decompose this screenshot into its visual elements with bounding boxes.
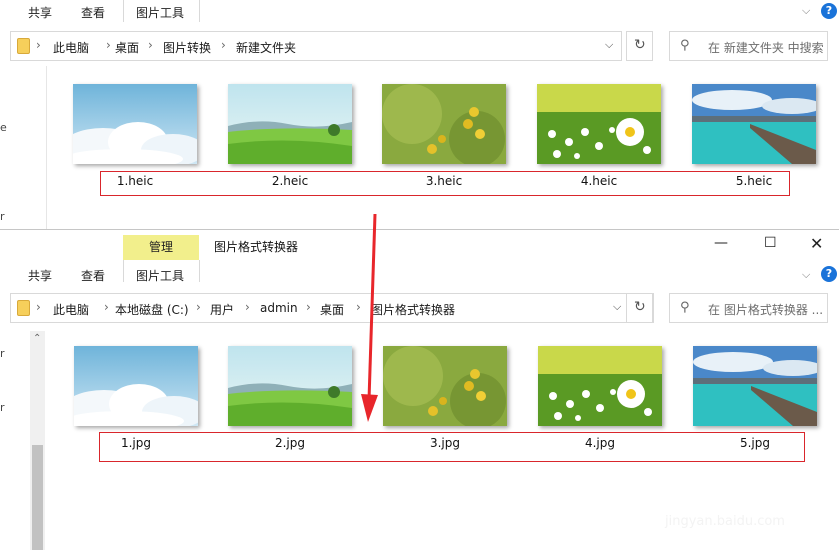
file-name[interactable]: 5.jpg [693, 436, 817, 450]
tab-share[interactable]: 共享 [28, 267, 52, 284]
address-bar[interactable]: › 此电脑 › 桌面 › 图片转换 › 新建文件夹 ⌵ [10, 31, 622, 61]
help-icon[interactable]: ? [821, 266, 837, 282]
window-title: 图片格式转换器 [214, 240, 299, 254]
file-name[interactable]: 1.jpg [74, 436, 198, 450]
tab-picture-tools[interactable]: 图片工具 [136, 267, 184, 284]
file-thumbnail-daisies[interactable] [537, 84, 661, 164]
ribbon-divider [199, 0, 200, 22]
search-placeholder: 在 图片格式转换器 ... [708, 303, 824, 317]
chevron-right-icon: › [104, 300, 109, 314]
chevron-down-icon[interactable]: ⌵ [802, 268, 810, 282]
nav-pane-fragment[interactable]: e [0, 121, 7, 134]
breadcrumb-item[interactable]: 本地磁盘 (C:) [115, 301, 189, 318]
file-name[interactable]: 4.jpg [538, 436, 662, 450]
file-name[interactable]: 2.heic [228, 174, 352, 188]
file-thumbnail-sky[interactable] [73, 84, 197, 164]
nav-pane-scrollbar[interactable]: ⌃ [30, 331, 45, 550]
search-icon: ⚲ [680, 38, 690, 53]
nav-pane-fragment[interactable]: r [0, 210, 5, 223]
nav-pane-fragment[interactable]: r [0, 401, 5, 414]
help-icon[interactable]: ? [821, 3, 837, 19]
minimize-icon[interactable]: — [714, 235, 728, 251]
search-icon: ⚲ [680, 300, 690, 315]
tab-view[interactable]: 查看 [81, 267, 105, 284]
chevron-down-icon[interactable]: ⌵ [613, 300, 621, 314]
chevron-down-icon[interactable]: ⌵ [605, 38, 613, 52]
file-thumbnail-daisies[interactable] [538, 346, 662, 426]
tab-picture-tools[interactable]: 图片工具 [136, 4, 184, 21]
search-placeholder: 在 新建文件夹 中搜索 [708, 41, 824, 55]
file-thumbnail-golf[interactable] [228, 84, 352, 164]
file-name[interactable]: 3.jpg [383, 436, 507, 450]
breadcrumb-item[interactable]: 桌面 [320, 301, 344, 318]
refresh-button[interactable]: ↻ [626, 31, 653, 61]
ribbon-divider [123, 260, 124, 282]
nav-pane-divider [46, 66, 47, 229]
file-name[interactable]: 2.jpg [228, 436, 352, 450]
close-icon[interactable]: ✕ [810, 234, 823, 253]
chevron-right-icon: › [148, 38, 153, 52]
breadcrumb-item[interactable]: 此电脑 [53, 39, 89, 56]
search-input[interactable]: ⚲ 在 新建文件夹 中搜索 [669, 31, 828, 61]
folder-icon [17, 300, 30, 316]
chevron-up-icon[interactable]: ⌃ [33, 333, 41, 344]
file-name[interactable]: 3.heic [382, 174, 506, 188]
chevron-right-icon: › [221, 38, 226, 52]
file-name[interactable]: 1.heic [73, 174, 197, 188]
bottom-window: 管理 图片格式转换器 — ☐ ✕ 共享 查看 图片工具 ⌵ ? › 此电脑 › … [0, 229, 839, 550]
file-thumbnail-flowers[interactable] [383, 346, 507, 426]
tab-manage[interactable]: 管理 [123, 235, 199, 260]
arrow-down-icon [361, 213, 378, 422]
chevron-right-icon: › [106, 38, 111, 52]
breadcrumb-item[interactable]: 桌面 [115, 39, 139, 56]
chevron-right-icon: › [196, 300, 201, 314]
ribbon-divider [199, 260, 200, 282]
refresh-icon: ↻ [634, 37, 646, 53]
chevron-right-icon: › [306, 300, 311, 314]
file-thumbnail-sky[interactable] [74, 346, 198, 426]
chevron-right-icon: › [36, 300, 41, 314]
chevron-right-icon: › [36, 38, 41, 52]
breadcrumb-item[interactable]: admin [260, 301, 298, 315]
file-thumbnail-golf[interactable] [228, 346, 352, 426]
watermark-url: jingyan.baidu.com [665, 514, 785, 529]
address-bar[interactable]: › 此电脑 › 本地磁盘 (C:) › 用户 › admin › 桌面 › 图片… [10, 293, 654, 323]
ribbon-divider [123, 0, 124, 22]
refresh-icon: ↻ [634, 299, 646, 315]
tab-view[interactable]: 查看 [81, 4, 105, 21]
maximize-icon[interactable]: ☐ [764, 235, 777, 251]
breadcrumb-item[interactable]: 此电脑 [53, 301, 89, 318]
breadcrumb-item[interactable]: 新建文件夹 [236, 39, 296, 56]
breadcrumb-item[interactable]: 图片转换 [163, 39, 211, 56]
folder-icon [17, 38, 30, 54]
breadcrumb-item[interactable]: 用户 [210, 301, 234, 318]
tab-share[interactable]: 共享 [28, 4, 52, 21]
search-input[interactable]: ⚲ 在 图片格式转换器 ... [669, 293, 828, 323]
nav-pane-fragment[interactable]: r [0, 347, 5, 360]
file-thumbnail-flowers[interactable] [382, 84, 506, 164]
chevron-down-icon[interactable]: ⌵ [802, 4, 810, 18]
file-thumbnail-pier[interactable] [693, 346, 817, 426]
chevron-right-icon: › [245, 300, 250, 314]
file-thumbnail-pier[interactable] [692, 84, 816, 164]
scrollbar-thumb[interactable] [32, 445, 43, 550]
file-name[interactable]: 4.heic [537, 174, 661, 188]
refresh-button[interactable]: ↻ [626, 293, 653, 323]
file-name[interactable]: 5.heic [692, 174, 816, 188]
